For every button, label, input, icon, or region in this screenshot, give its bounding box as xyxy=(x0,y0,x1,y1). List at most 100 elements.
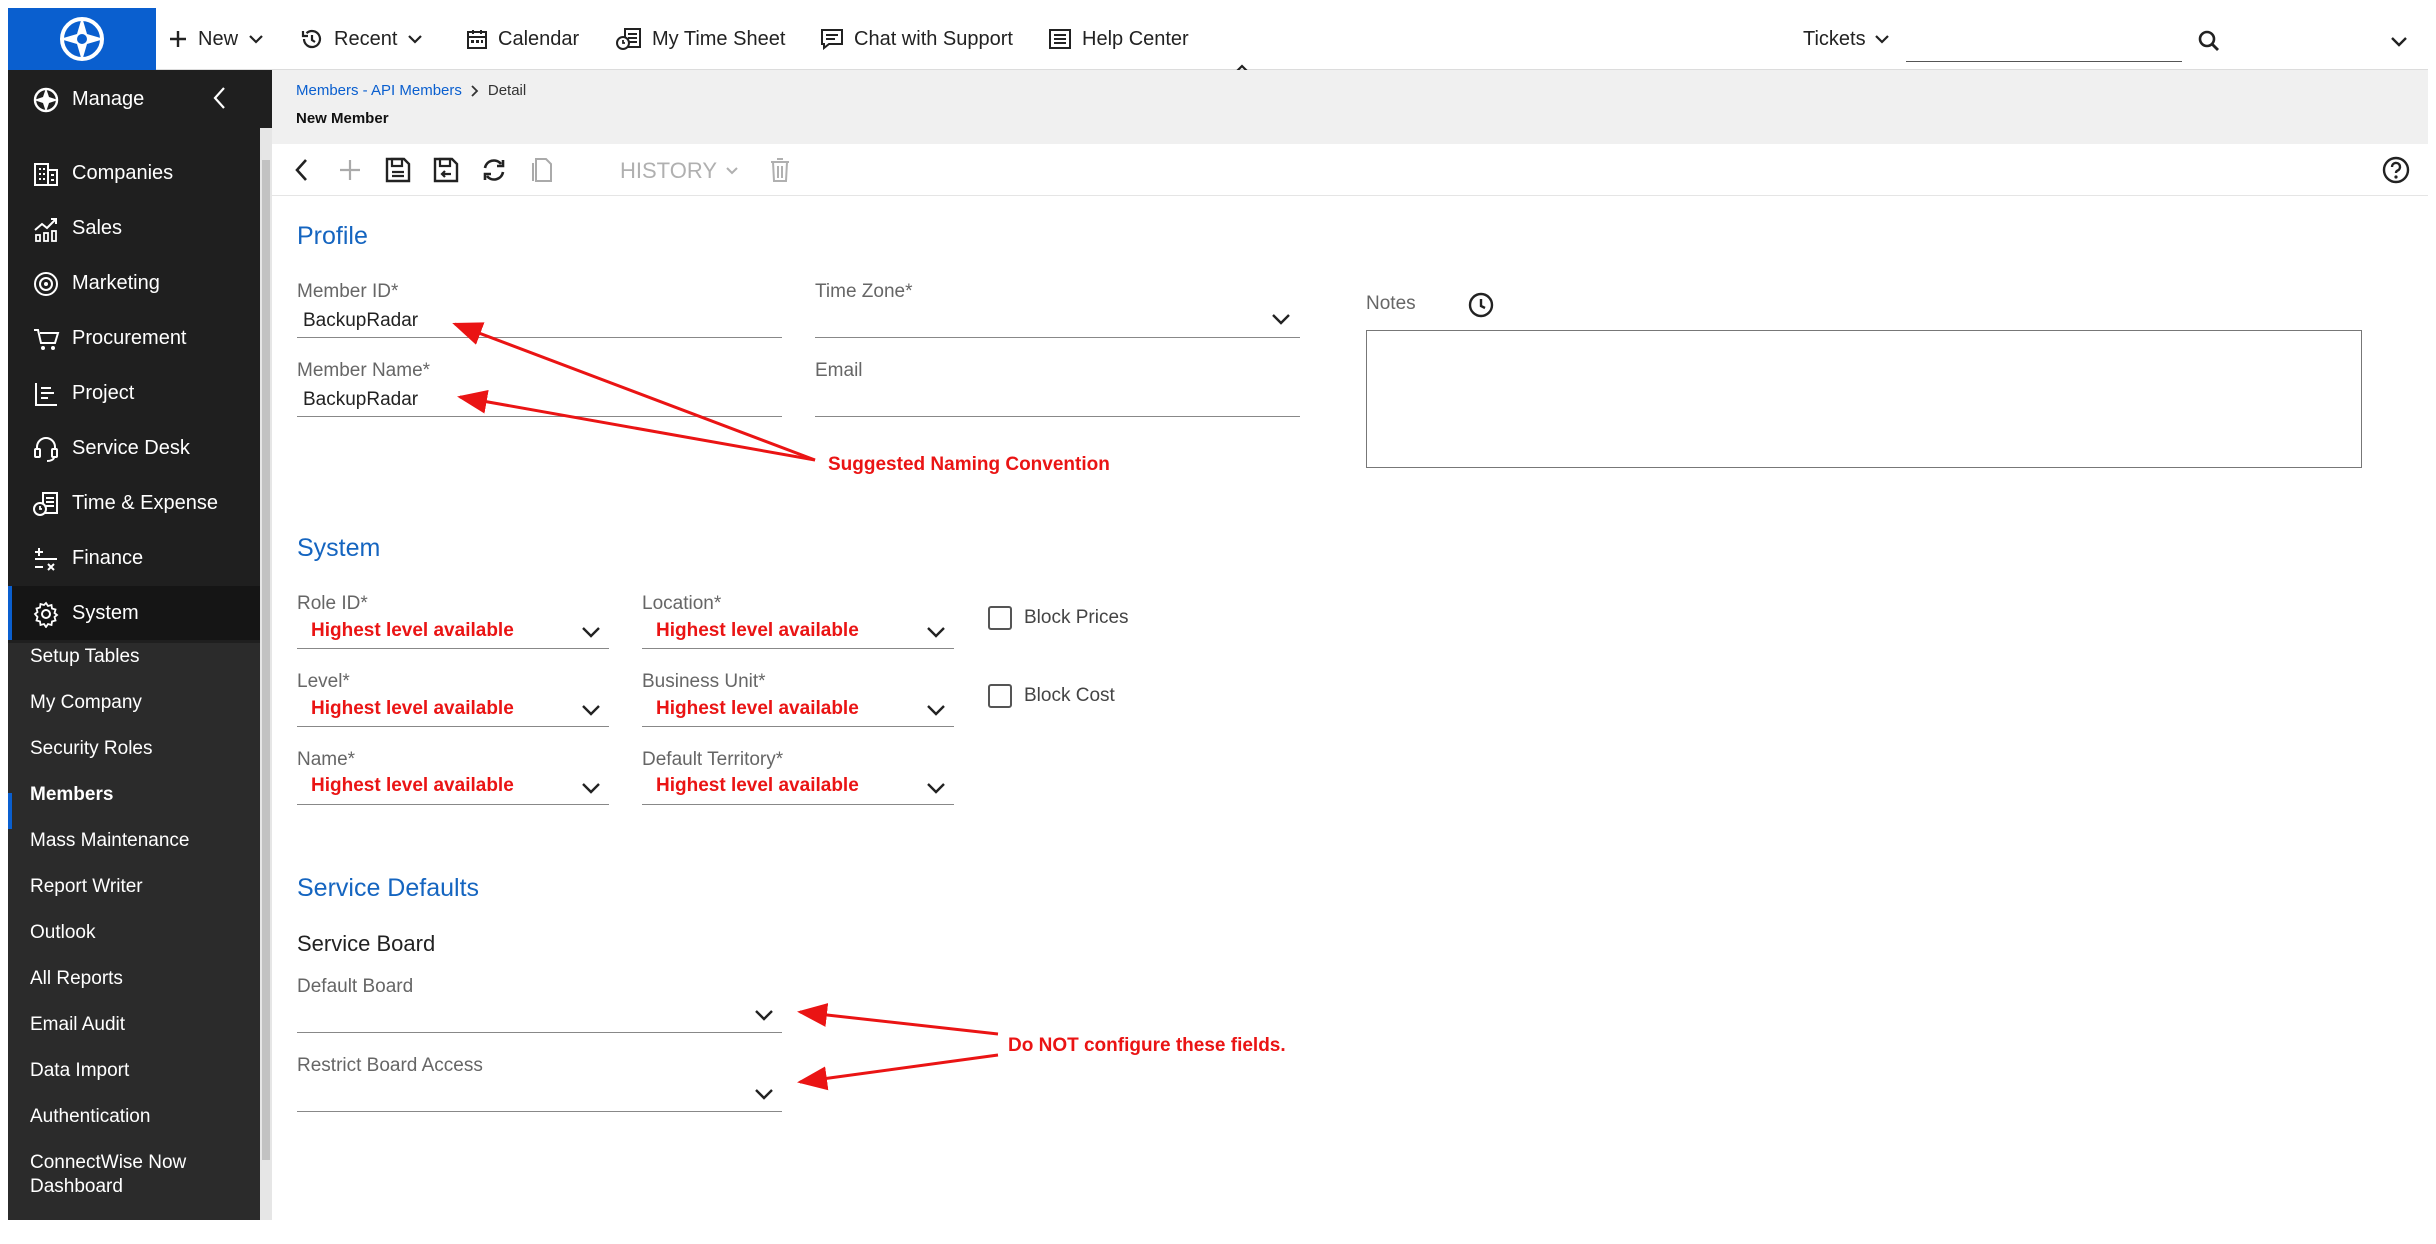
member-name-field[interactable]: BackupRadar xyxy=(303,389,418,411)
business-unit-select[interactable]: Highest level available xyxy=(656,698,859,720)
system-section-title: System xyxy=(297,534,381,562)
time-zone-select[interactable] xyxy=(815,302,1300,338)
location-label: Location* xyxy=(642,593,722,614)
main-content: Members - API Members Detail New Member … xyxy=(272,70,2428,1220)
scrollbar-thumb[interactable] xyxy=(262,160,270,1160)
sidebar-item-time-expense[interactable]: Time & Expense xyxy=(8,476,260,530)
procurement-icon xyxy=(34,329,60,350)
submenu-dashboard[interactable]: Dashboard xyxy=(30,1175,123,1199)
search-scope-select[interactable]: Tickets xyxy=(1803,8,1890,70)
submenu-outlook[interactable]: Outlook xyxy=(30,921,95,945)
submenu-mass-maintenance[interactable]: Mass Maintenance xyxy=(30,829,189,853)
user-menu-button[interactable] xyxy=(2384,26,2414,56)
delete-button[interactable] xyxy=(764,154,796,186)
role-id-dropdown[interactable] xyxy=(578,623,604,641)
name-dropdown[interactable] xyxy=(578,779,604,797)
time-zone-dropdown[interactable] xyxy=(1268,310,1294,328)
save-and-close-button[interactable] xyxy=(430,154,462,186)
chevron-down-icon xyxy=(408,35,423,44)
help-center-icon xyxy=(1049,29,1071,49)
sidebar-item-marketing[interactable]: Marketing xyxy=(8,256,260,310)
level-dropdown[interactable] xyxy=(578,701,604,719)
sidebar-scrollbar[interactable] xyxy=(260,128,272,1220)
back-button[interactable] xyxy=(286,154,318,186)
submenu-connectwise-now[interactable]: ConnectWise Now xyxy=(30,1151,186,1175)
new-menu[interactable]: New xyxy=(168,8,264,70)
history-button[interactable]: HISTORY xyxy=(620,158,739,184)
breadcrumb-link-members[interactable]: Members - API Members xyxy=(296,82,462,99)
history-icon xyxy=(301,29,322,49)
submenu-report-writer[interactable]: Report Writer xyxy=(30,875,143,899)
connectwise-logo[interactable] xyxy=(8,8,156,70)
role-id-select[interactable]: Highest level available xyxy=(311,620,514,642)
default-territory-label: Default Territory* xyxy=(642,749,784,770)
calendar-link[interactable]: Calendar xyxy=(466,8,579,70)
sidebar-item-procurement[interactable]: Procurement xyxy=(8,311,260,365)
page-title: New Member xyxy=(296,110,389,127)
sidebar-item-label: Service Desk xyxy=(72,437,190,459)
submenu-members[interactable]: Members xyxy=(30,783,113,807)
block-prices-checkbox[interactable] xyxy=(988,606,1012,630)
sidebar-item-sales[interactable]: Sales xyxy=(8,201,260,255)
refresh-button[interactable] xyxy=(478,154,510,186)
sidebar-item-service-desk[interactable]: Service Desk xyxy=(8,421,260,475)
service-desk-icon xyxy=(34,437,58,462)
submenu-email-audit[interactable]: Email Audit xyxy=(30,1013,125,1037)
collapse-sidebar-icon[interactable] xyxy=(208,84,232,112)
copy-button[interactable] xyxy=(526,154,558,186)
chat-support-link[interactable]: Chat with Support xyxy=(820,8,1013,70)
member-id-field[interactable]: BackupRadar xyxy=(303,310,418,332)
chevron-down-icon xyxy=(582,627,600,638)
location-select[interactable]: Highest level available xyxy=(656,620,859,642)
finance-icon xyxy=(35,548,57,571)
sidebar-item-label: Project xyxy=(72,382,135,404)
default-board-underline xyxy=(297,1032,782,1033)
time-sheet-link[interactable]: My Time Sheet xyxy=(616,8,785,70)
submenu-setup-tables[interactable]: Setup Tables xyxy=(30,645,140,669)
submenu-security-roles[interactable]: Security Roles xyxy=(30,737,153,761)
submenu-my-company[interactable]: My Company xyxy=(30,691,142,715)
level-label: Level* xyxy=(297,671,350,692)
restrict-board-select[interactable] xyxy=(297,1077,782,1111)
search-button[interactable] xyxy=(2194,26,2224,56)
location-dropdown[interactable] xyxy=(923,623,949,641)
business-unit-dropdown[interactable] xyxy=(923,701,949,719)
default-board-dropdown[interactable] xyxy=(751,1006,777,1024)
page-help-button[interactable] xyxy=(2380,154,2412,186)
help-center-link[interactable]: Help Center xyxy=(1048,8,1189,70)
save-close-icon xyxy=(433,157,459,183)
notes-history-button[interactable] xyxy=(1466,290,1496,325)
service-defaults-section-title: Service Defaults xyxy=(297,874,480,902)
email-field[interactable] xyxy=(815,382,1300,416)
default-board-select[interactable] xyxy=(297,998,782,1032)
sidebar-item-companies[interactable]: Companies xyxy=(8,146,260,200)
default-territory-dropdown[interactable] xyxy=(923,779,949,797)
sidebar-item-finance[interactable]: Finance xyxy=(8,531,260,585)
business-unit-label: Business Unit* xyxy=(642,671,766,692)
time-sheet-label: My Time Sheet xyxy=(652,27,786,50)
help-circle-icon xyxy=(2382,156,2410,184)
submenu-authentication[interactable]: Authentication xyxy=(30,1105,150,1129)
submenu-all-reports[interactable]: All Reports xyxy=(30,967,123,991)
level-underline xyxy=(297,726,609,727)
manage-header[interactable]: Manage xyxy=(8,70,260,128)
submenu-data-import[interactable]: Data Import xyxy=(30,1059,129,1083)
default-territory-select[interactable]: Highest level available xyxy=(656,775,859,797)
profile-section-title: Profile xyxy=(297,222,368,250)
restrict-board-dropdown[interactable] xyxy=(751,1085,777,1103)
recent-menu[interactable]: Recent xyxy=(300,8,423,70)
search-icon xyxy=(2198,30,2219,51)
search-input[interactable] xyxy=(1906,32,2182,62)
sidebar-item-label: Marketing xyxy=(72,272,160,294)
add-button[interactable] xyxy=(334,154,366,186)
level-select[interactable]: Highest level available xyxy=(311,698,514,720)
restrict-board-underline xyxy=(297,1111,782,1112)
project-icon xyxy=(35,383,57,406)
name-select[interactable]: Highest level available xyxy=(311,775,514,797)
block-cost-checkbox[interactable] xyxy=(988,684,1012,708)
sidebar-item-system[interactable]: System xyxy=(8,586,260,640)
sidebar-item-project[interactable]: Project xyxy=(8,366,260,420)
notes-textarea[interactable] xyxy=(1366,330,2362,468)
save-button[interactable] xyxy=(382,154,414,186)
chevron-down-icon xyxy=(755,1089,773,1100)
